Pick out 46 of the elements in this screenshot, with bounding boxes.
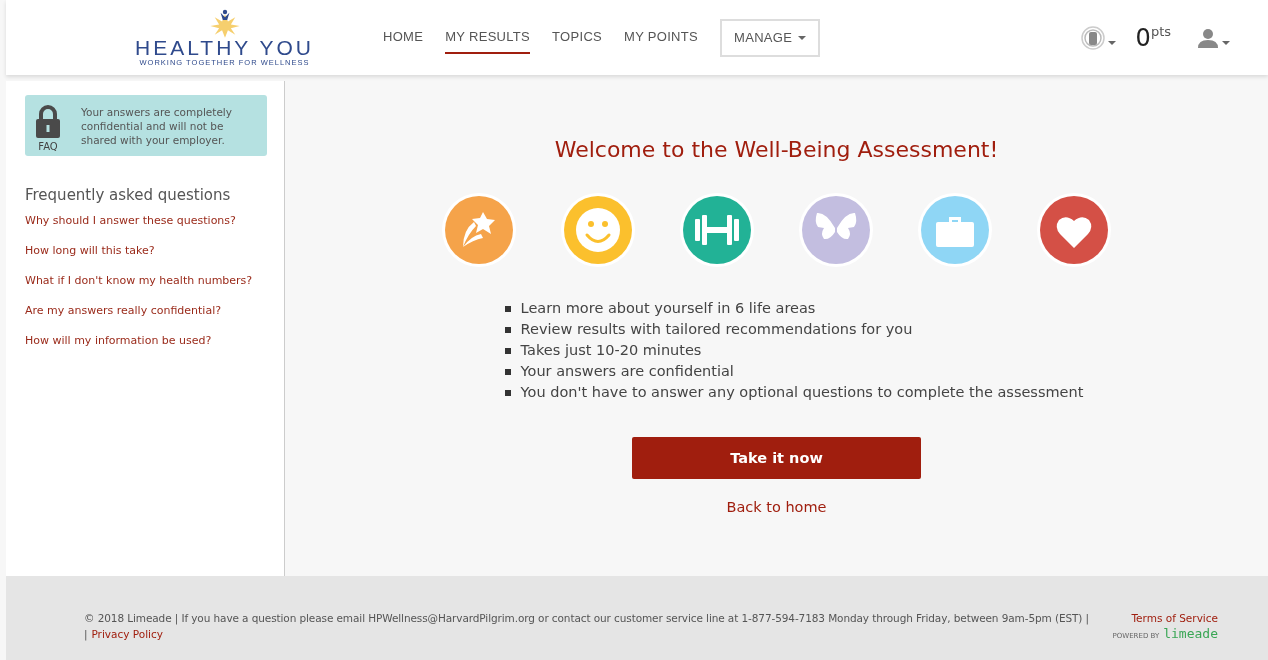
points-value: 0	[1135, 23, 1151, 52]
footer-text: © 2018 Limeade | If you have a question please email HPWellness@HarvardPilgrim.org or contact our customer service line at 1-877-594-7183 Monday through Friday, between 9am-5pm (EST) |	[84, 612, 1089, 624]
benefit-text: Review results with tailored recommendations for you	[520, 320, 913, 339]
notice-text: Your answers are completely confidential and will not be shared with your employer.	[81, 105, 233, 148]
points-unit: pts	[1150, 23, 1171, 39]
butterfly-icon	[798, 192, 874, 268]
caret-icon	[1107, 40, 1116, 45]
dumbbell-icon	[679, 192, 755, 268]
logo-title: HEALTHY YOU	[135, 38, 314, 58]
faq-link[interactable]: How long will this take?	[25, 244, 284, 258]
brand-logo: limeade	[1163, 626, 1218, 641]
back-to-home-link[interactable]: Back to home	[726, 499, 827, 515]
faq-label: FAQ	[38, 141, 58, 152]
benefit-text: Takes just 10-20 minutes	[520, 341, 702, 360]
briefcase-icon	[917, 192, 993, 268]
privacy-link[interactable]: Privacy Policy	[91, 627, 163, 640]
nav-tab[interactable]: HOME	[383, 21, 424, 54]
terms-link[interactable]: Terms of Service	[1131, 612, 1218, 624]
bullet-icon	[504, 326, 511, 333]
faq-link[interactable]: What if I don't know my health numbers?	[25, 274, 284, 288]
smiley-icon	[560, 192, 636, 268]
user-menu[interactable]	[1197, 27, 1230, 48]
faq-heading: Frequently asked questions	[25, 186, 232, 204]
benefit-text: Your answers are confidential	[520, 362, 734, 381]
benefit-text: You don't have to answer any optional questions to complete the assessment	[520, 383, 1084, 402]
device-menu[interactable]	[1080, 25, 1116, 50]
faq-link[interactable]: How will my information be used?	[25, 334, 284, 348]
caret-icon	[798, 35, 807, 40]
faq-link[interactable]: Are my answers really confidential?	[25, 304, 284, 318]
bullet-icon	[504, 368, 511, 375]
page-title: Welcome to the Well-Being Assessment!	[554, 137, 999, 162]
nav-tab[interactable]: MY RESULTS	[445, 21, 531, 54]
nav-tab[interactable]: TOPICS	[552, 21, 603, 54]
nav-tab[interactable]: MY POINTS	[624, 21, 699, 54]
device-icon	[1080, 25, 1105, 50]
faq-link[interactable]: Why should I answer these questions?	[25, 214, 284, 228]
manage-dropdown[interactable]: MANAGE	[720, 18, 821, 57]
benefit-text: Learn more about yourself in 6 life areas	[520, 299, 816, 318]
footer-separator: |	[84, 627, 88, 640]
lock-icon	[35, 105, 61, 139]
bullet-icon	[504, 389, 511, 396]
user-icon	[1197, 27, 1219, 48]
caret-icon	[1222, 40, 1230, 45]
bullet-icon	[504, 347, 511, 354]
bullet-icon	[504, 305, 511, 312]
take-it-now-button[interactable]: Take it now	[632, 437, 921, 479]
